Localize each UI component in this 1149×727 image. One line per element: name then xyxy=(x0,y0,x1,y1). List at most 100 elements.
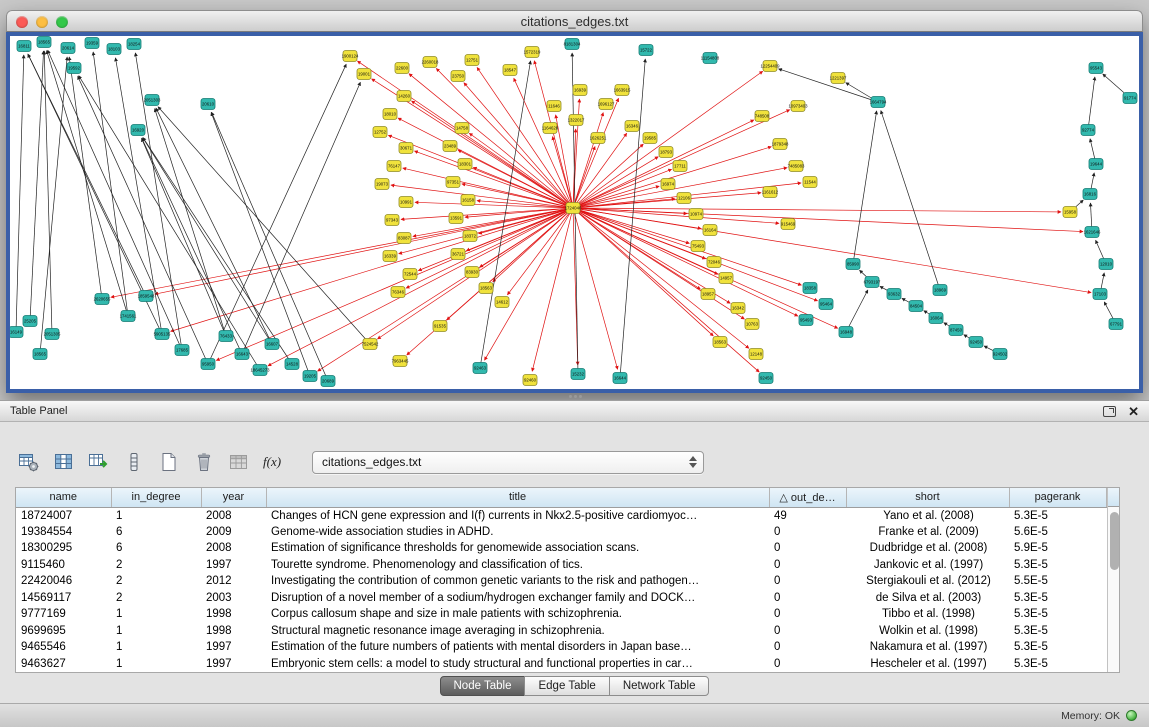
graph-node[interactable]: 14528 xyxy=(285,359,299,370)
table-row[interactable]: 1872400712008Changes of HCN gene express… xyxy=(16,507,1106,524)
graph-node[interactable]: 15722 xyxy=(639,45,653,56)
graph-node[interactable]: 18547 xyxy=(503,65,517,76)
table-row[interactable]: 946362711997Embryonic stem cells: a mode… xyxy=(16,656,1106,673)
graph-node[interactable]: 16346 xyxy=(625,121,639,132)
graph-node[interactable]: 16158 xyxy=(461,195,475,206)
graph-node[interactable]: 19359 xyxy=(85,38,99,49)
graph-node[interactable]: 1741561 xyxy=(120,311,137,322)
graph-node[interactable]: 8181304 xyxy=(564,39,581,50)
graph-node[interactable]: 15232 xyxy=(571,369,585,380)
graph-node[interactable]: 12106 xyxy=(677,193,691,204)
graph-node[interactable]: 17685 xyxy=(175,345,189,356)
graph-node[interactable]: 18565 xyxy=(37,37,51,48)
network-graph[interactable]: 1681118565206141935918103182541959220513… xyxy=(10,36,1139,389)
graph-node[interactable]: 18645273 xyxy=(250,365,270,376)
column-header-pagerank[interactable]: pagerank xyxy=(1009,488,1106,507)
graph-node[interactable]: 16948 xyxy=(839,327,853,338)
graph-node[interactable]: 18565 xyxy=(33,349,47,360)
graph-node[interactable]: 16811 xyxy=(17,41,31,52)
graph-node[interactable]: 10991 xyxy=(399,197,413,208)
graph-node[interactable]: 91774 xyxy=(1123,93,1137,104)
graph-node[interactable]: 10763 xyxy=(745,319,759,330)
graph-node[interactable]: 76147 xyxy=(387,161,401,172)
minimize-window-button[interactable] xyxy=(36,16,48,28)
table-row[interactable]: 1938455462009Genome-wide association stu… xyxy=(16,524,1106,541)
graph-node[interactable]: 18563 xyxy=(479,283,493,294)
table-settings-button[interactable] xyxy=(16,449,42,475)
graph-node[interactable]: 1664794 xyxy=(870,97,887,108)
graph-node[interactable]: 2051303 xyxy=(144,95,161,106)
column-header-out_degree[interactable]: △ out_de… xyxy=(769,488,846,507)
graph-node[interactable]: 2260018 xyxy=(422,57,439,68)
tab-node-table[interactable]: Node Table xyxy=(440,676,526,696)
graph-node[interactable]: 76346 xyxy=(391,287,405,298)
graph-node[interactable]: 14612 xyxy=(495,297,509,308)
graph-node[interactable]: 12752 xyxy=(373,127,387,138)
graph-node[interactable]: 22600 xyxy=(395,63,409,74)
network-table-selector[interactable]: citations_edges.txt xyxy=(312,451,704,474)
graph-node[interactable]: 92774 xyxy=(1081,125,1095,136)
graph-node[interactable]: 18358 xyxy=(803,283,817,294)
graph-node[interactable]: 19644 xyxy=(1089,159,1103,170)
graph-node[interactable]: 87450 xyxy=(949,325,963,336)
graph-node[interactable]: 16342 xyxy=(731,303,745,314)
graph-node[interactable]: 11154808 xyxy=(701,53,720,64)
close-panel-icon[interactable]: ✕ xyxy=(1128,405,1139,418)
graph-node[interactable]: 83087 xyxy=(397,233,411,244)
graph-node[interactable]: 1626251 xyxy=(590,133,607,144)
network-view-canvas[interactable]: 1681118565206141935918103182541959220513… xyxy=(6,32,1143,393)
graph-node[interactable]: 1724046 xyxy=(565,203,582,214)
graph-node[interactable]: 16643 xyxy=(235,349,249,360)
delete-trash-button[interactable] xyxy=(191,449,217,475)
graph-node[interactable]: 19592 xyxy=(67,63,81,74)
graph-node[interactable]: 95543 xyxy=(1089,63,1103,74)
graph-node[interactable]: 23750 xyxy=(451,71,465,82)
graph-node[interactable]: 11544 xyxy=(803,177,817,188)
panel-splitter-handle[interactable] xyxy=(566,394,584,399)
graph-node[interactable]: 95493 xyxy=(799,315,813,326)
graph-node[interactable]: 19585 xyxy=(643,133,657,144)
graph-node[interactable]: 72544 xyxy=(403,269,417,280)
table-row[interactable]: 1830029562008Estimation of significance … xyxy=(16,540,1106,557)
graph-node[interactable]: 5905135 xyxy=(154,329,171,340)
graph-node[interactable]: 92463 xyxy=(473,363,487,374)
graph-node[interactable]: 16339 xyxy=(383,251,397,262)
graph-node[interactable]: 75493 xyxy=(691,241,705,252)
graph-node[interactable]: 23489 xyxy=(443,141,457,152)
graph-node[interactable]: 18793 xyxy=(659,147,673,158)
graph-node[interactable]: 16644 xyxy=(613,373,627,384)
table-row[interactable]: 2242004622012Investigating the contribut… xyxy=(16,573,1106,590)
graph-node[interactable]: 12751 xyxy=(465,55,479,66)
table-row[interactable]: 911546021997Tourette syndrome. Phenomeno… xyxy=(16,557,1106,574)
graph-node[interactable]: 18254 xyxy=(127,39,141,50)
graph-node[interactable]: 97343 xyxy=(385,215,399,226)
graph-node[interactable]: 93632 xyxy=(887,289,901,300)
graph-node[interactable]: 19205 xyxy=(303,371,317,382)
graph-node[interactable]: 95464 xyxy=(819,299,833,310)
graph-node[interactable]: 12010 xyxy=(1099,259,1113,270)
table-row[interactable]: 977716911998Corpus callosum shape and si… xyxy=(16,606,1106,623)
graph-node[interactable]: 17103 xyxy=(1093,289,1107,300)
graph-node[interactable]: 85990 xyxy=(846,259,860,270)
graph-node[interactable]: 1322017 xyxy=(568,115,585,126)
tab-network-table[interactable]: Network Table xyxy=(609,676,710,696)
graph-node[interactable]: 1696127 xyxy=(598,99,615,110)
table-import-button[interactable] xyxy=(86,449,112,475)
column-header-short[interactable]: short xyxy=(846,488,1009,507)
graph-node[interactable]: 7524542 xyxy=(362,339,379,350)
column-header-title[interactable]: title xyxy=(266,488,769,507)
scrollbar-thumb[interactable] xyxy=(1110,512,1119,570)
graph-node[interactable]: 12148 xyxy=(749,349,763,360)
float-panel-icon[interactable] xyxy=(1103,406,1116,417)
table-disabled-button[interactable] xyxy=(226,449,252,475)
table-scrollbar[interactable] xyxy=(1107,488,1120,672)
graph-node[interactable]: 95950 xyxy=(201,359,215,370)
graph-node[interactable]: 67791 xyxy=(1109,319,1123,330)
graph-node[interactable]: 12254409 xyxy=(760,61,780,72)
graph-node[interactable]: 92450 xyxy=(969,337,983,348)
function-builder-button[interactable]: f(x) xyxy=(261,449,287,475)
graph-node[interactable]: 1161612 xyxy=(762,187,779,198)
graph-node[interactable]: 1164628 xyxy=(542,123,559,134)
graph-node[interactable]: 1663915 xyxy=(614,85,631,96)
graph-node[interactable]: 7963445 xyxy=(392,356,409,367)
